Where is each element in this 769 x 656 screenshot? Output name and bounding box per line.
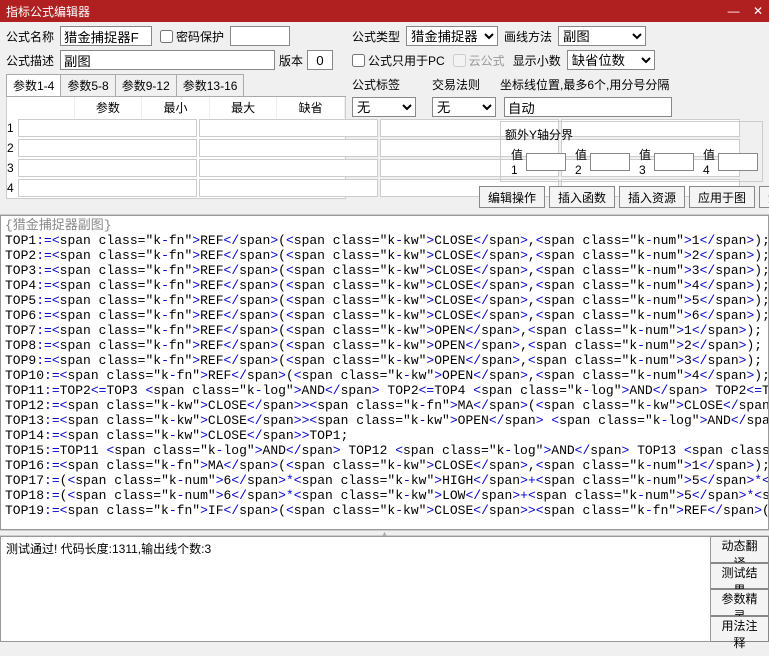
apply-button[interactable]: 应用于图 <box>689 186 755 208</box>
param-4-name[interactable] <box>18 179 197 197</box>
status-message: 测试通过! 代码长度:1311,输出线个数:3 <box>0 536 711 642</box>
paramwiz-button[interactable]: 参数精灵 <box>711 589 769 616</box>
label-traderule: 交易法则 <box>432 76 486 93</box>
param-1-min[interactable] <box>199 119 378 137</box>
label-cloud: 云公式 <box>469 52 505 69</box>
titlebar: 指标公式编辑器 — ✕ <box>0 0 769 22</box>
drawmethod-select[interactable]: 副图 <box>558 26 646 46</box>
label-decimals: 显示小数 <box>513 52 567 69</box>
label-ver: 版本 <box>279 52 303 69</box>
decimals-select[interactable]: 缺省位数 <box>567 50 655 70</box>
label-v3: 值3 <box>639 146 651 177</box>
type-select[interactable]: 猎金捕捉器 <box>406 26 498 46</box>
label-v1: 值1 <box>511 146 523 177</box>
label-drawmethod: 画线方法 <box>504 28 558 45</box>
tab-params-13-16[interactable]: 参数13-16 <box>176 74 245 96</box>
v4-field[interactable] <box>718 153 758 171</box>
window-title: 指标公式编辑器 <box>6 3 90 20</box>
label-v2: 值2 <box>575 146 587 177</box>
coordpos-field[interactable] <box>504 97 672 117</box>
param-tabs: 参数1-4 参数5-8 参数9-12 参数13-16 <box>6 74 346 97</box>
code-editor[interactable]: {猎金捕捉器副图} TOP1:=<span class="k-fn">REF</… <box>0 215 769 530</box>
label-name: 公式名称 <box>6 28 60 45</box>
v2-field[interactable] <box>590 153 630 171</box>
editop-button[interactable]: 编辑操作 <box>479 186 545 208</box>
param-header-max: 最大 <box>210 97 278 118</box>
insfn-button[interactable]: 插入函数 <box>549 186 615 208</box>
param-2-name[interactable] <box>18 139 197 157</box>
close-icon[interactable]: ✕ <box>753 4 763 18</box>
pconly-checkbox[interactable] <box>352 54 365 67</box>
param-grid: 参数 最小 最大 缺省 1234 <box>6 97 346 199</box>
insres-button[interactable]: 插入资源 <box>619 186 685 208</box>
param-3-min[interactable] <box>199 159 378 177</box>
usage-button[interactable]: 用法注释 <box>711 616 769 643</box>
tab-params-5-8[interactable]: 参数5-8 <box>60 74 115 96</box>
label-v4: 值4 <box>703 146 715 177</box>
tab-params-1-4[interactable]: 参数1-4 <box>6 74 61 96</box>
label-type: 公式类型 <box>352 28 406 45</box>
label-tag: 公式标签 <box>352 76 406 93</box>
traderule-select[interactable]: 无 <box>432 97 496 117</box>
param-4-min[interactable] <box>199 179 378 197</box>
label-extray: 额外Y轴分界 <box>505 128 573 142</box>
top-panel: 公式名称 密码保护 公式描述 版本 参数1-4 参数5-8 参数9-12 参数1… <box>0 22 769 215</box>
dyntrans-button[interactable]: 动态翻译 <box>711 536 769 563</box>
password-field[interactable] <box>230 26 290 46</box>
tag-select[interactable]: 无 <box>352 97 416 117</box>
name-field[interactable] <box>60 26 152 46</box>
version-field[interactable] <box>307 50 333 70</box>
label-coordpos: 坐标线位置,最多6个,用分号分隔 <box>500 76 669 93</box>
param-1-name[interactable] <box>18 119 197 137</box>
label-desc: 公式描述 <box>6 52 60 69</box>
cloud-checkbox[interactable] <box>453 54 466 67</box>
v1-field[interactable] <box>526 153 566 171</box>
label-pconly: 公式只用于PC <box>368 52 445 69</box>
param-header-default: 缺省 <box>277 97 345 118</box>
extra-y-group: 额外Y轴分界 值1 值2 值3 值4 <box>500 121 763 182</box>
password-checkbox[interactable] <box>160 30 173 43</box>
desc-field[interactable] <box>60 50 275 70</box>
param-header-name: 参数 <box>75 97 143 118</box>
param-2-min[interactable] <box>199 139 378 157</box>
testres-button[interactable]: 测试结果 <box>711 563 769 590</box>
param-3-name[interactable] <box>18 159 197 177</box>
minimize-icon[interactable]: — <box>728 4 740 18</box>
param-header-min: 最小 <box>142 97 210 118</box>
label-pwd: 密码保护 <box>176 28 224 45</box>
test-button[interactable]: 测试公式 <box>759 186 769 208</box>
tab-params-9-12[interactable]: 参数9-12 <box>115 74 177 96</box>
v3-field[interactable] <box>654 153 694 171</box>
